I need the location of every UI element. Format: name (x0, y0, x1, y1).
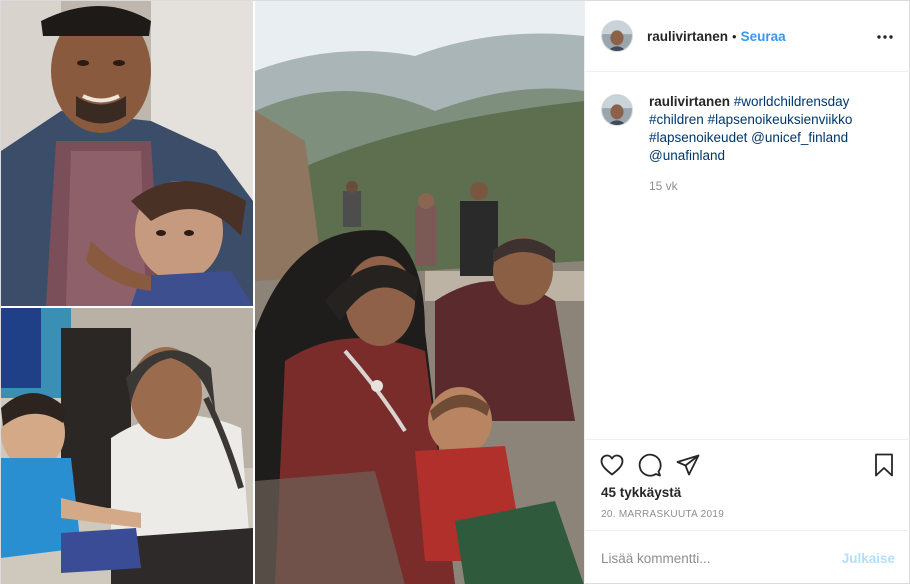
username-link[interactable]: raulivirtanen (647, 29, 728, 44)
post-date[interactable]: 20. marraskuuta 2019 (601, 509, 724, 520)
comments-area: raulivirtanen #worldchildrensday #childr… (585, 73, 910, 438)
mention-unicef-finland[interactable]: @unicef_finland (751, 130, 848, 145)
hashtag-children[interactable]: #children (649, 112, 704, 127)
post-image-collage[interactable] (1, 1, 584, 584)
photo-grandmother-with-toddler (1, 308, 253, 584)
more-options-icon[interactable] (875, 27, 895, 47)
caption: raulivirtanen #worldchildrensday #childr… (601, 93, 895, 165)
post-header: raulivirtanen • Seuraa (585, 1, 910, 72)
publish-button[interactable]: Julkaise (842, 551, 895, 566)
separator-dot: • (732, 28, 737, 44)
heart-icon[interactable] (599, 452, 625, 478)
avatar[interactable] (601, 20, 633, 52)
caption-text: raulivirtanen #worldchildrensday #childr… (649, 93, 889, 165)
caption-avatar[interactable] (601, 94, 633, 126)
post-actions: 45 tykkäystä 20. marraskuuta 2019 (585, 439, 910, 529)
instagram-post: raulivirtanen • Seuraa raulivirtanen #wo… (0, 0, 910, 584)
likes-count[interactable]: 45 tykkäystä (601, 485, 681, 500)
mention-unafinland[interactable]: @unafinland (649, 148, 725, 163)
caption-username[interactable]: raulivirtanen (649, 94, 730, 109)
share-icon[interactable] (675, 452, 701, 478)
photo-mothers-in-mountains (255, 1, 584, 584)
follow-button[interactable]: Seuraa (741, 29, 786, 44)
hashtag-lapsenoikeuksienviikko[interactable]: #lapsenoikeuksienviikko (708, 112, 853, 127)
action-icons (599, 452, 713, 478)
photo-man-with-child (1, 1, 253, 306)
add-comment-bar: Julkaise (585, 530, 910, 584)
comment-icon[interactable] (637, 452, 663, 478)
bookmark-icon[interactable] (871, 452, 897, 478)
hashtag-worldchildrensday[interactable]: #worldchildrensday (734, 94, 850, 109)
comment-input[interactable] (601, 550, 842, 566)
caption-timestamp[interactable]: 15 vk (649, 179, 895, 193)
hashtag-lapsenoikeudet[interactable]: #lapsenoikeudet (649, 130, 747, 145)
post-details-panel: raulivirtanen • Seuraa raulivirtanen #wo… (584, 1, 910, 584)
